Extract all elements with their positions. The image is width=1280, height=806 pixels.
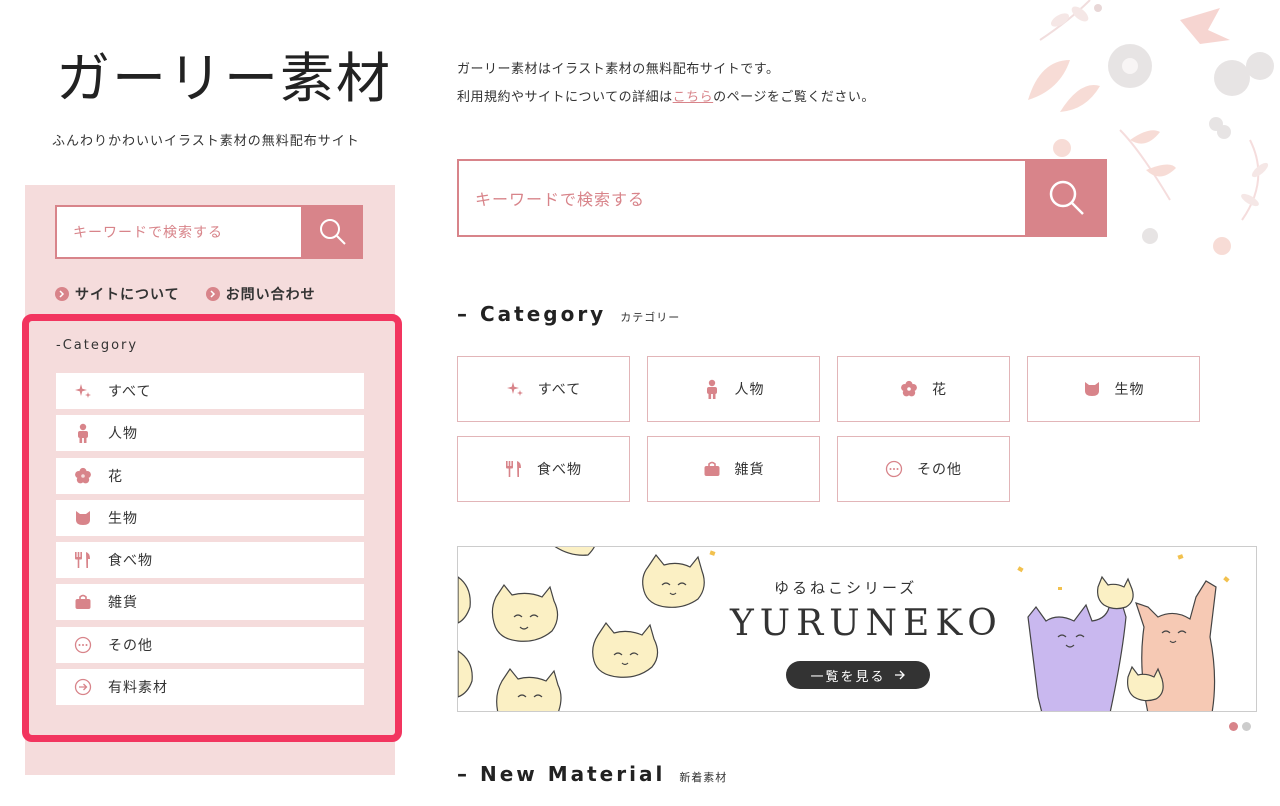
intro-line-2-pre: 利用規約やサイトについての詳細は xyxy=(457,90,673,105)
contact-link[interactable]: お問い合わせ xyxy=(205,284,316,304)
fork-icon xyxy=(74,551,92,569)
sidebar-item-label: 食べ物 xyxy=(108,553,153,570)
cat-illustrations-left xyxy=(458,547,716,711)
carousel-dots xyxy=(1229,722,1251,731)
sidebar-item-label: 人物 xyxy=(108,426,138,443)
arrow-circle-icon xyxy=(74,678,92,696)
site-logo[interactable]: ガーリー素材 xyxy=(56,34,392,113)
flower-icon xyxy=(74,467,92,485)
sidebar-item-label: 雑貨 xyxy=(108,595,138,612)
category-card-goods[interactable]: 雑貨 xyxy=(647,436,820,502)
dots-icon xyxy=(885,460,903,478)
sidebar-item-label: 生物 xyxy=(108,510,138,527)
category-section-title-jp: カテゴリー xyxy=(620,311,681,324)
sparkle-icon xyxy=(506,380,524,398)
sidebar-category-list: すべて 人物 花 生物 食べ物 雑貨 その他 有料素材 xyxy=(56,373,364,711)
category-card-label: 雑貨 xyxy=(734,462,765,478)
intro-text: ガーリー素材はイラスト素材の無料配布サイトです。 利用規約やサイトについての詳細… xyxy=(457,56,875,112)
category-card-creatures[interactable]: 生物 xyxy=(1027,356,1200,422)
sidebar-search-button[interactable] xyxy=(303,205,363,259)
sidebar-item-all[interactable]: すべて xyxy=(56,373,364,409)
sidebar-search-input[interactable]: キーワードで検索する xyxy=(55,205,303,259)
sparkle-icon xyxy=(74,382,92,400)
category-grid: すべて 人物 花 生物 食べ物 雑貨 その他 xyxy=(457,356,1202,502)
new-material-title-en: – New Material xyxy=(457,762,666,786)
search-icon xyxy=(320,219,346,245)
arrow-right-icon xyxy=(55,287,69,301)
dots-icon xyxy=(74,636,92,654)
intro-line-1: ガーリー素材はイラスト素材の無料配布サイトです。 xyxy=(457,62,780,77)
category-card-label: 花 xyxy=(932,382,947,398)
category-card-flower[interactable]: 花 xyxy=(837,356,1010,422)
sidebar-item-label: 花 xyxy=(108,468,123,485)
sidebar-item-other[interactable]: その他 xyxy=(56,626,364,663)
category-card-label: 人物 xyxy=(734,382,765,398)
view-list-button-label: 一覧を見る xyxy=(810,669,886,685)
category-card-label: すべて xyxy=(537,382,582,398)
sidebar-item-people[interactable]: 人物 xyxy=(56,415,364,452)
cat-icon xyxy=(1083,380,1101,398)
sidebar-item-paid[interactable]: 有料素材 xyxy=(56,669,364,706)
about-link-label: サイトについて xyxy=(75,287,180,303)
arrow-right-icon xyxy=(894,670,905,680)
category-card-label: 食べ物 xyxy=(537,462,582,478)
banner-title: YURUNEKO xyxy=(730,603,1003,644)
bag-icon xyxy=(703,460,721,478)
floral-decoration xyxy=(1028,0,1274,255)
sidebar-item-food[interactable]: 食べ物 xyxy=(56,542,364,579)
sidebar-item-goods[interactable]: 雑貨 xyxy=(56,584,364,621)
main-search-input[interactable]: キーワードで検索する xyxy=(457,159,1027,237)
category-card-people[interactable]: 人物 xyxy=(647,356,820,422)
person-icon xyxy=(703,379,721,399)
category-section-title: – Category カテゴリー xyxy=(457,302,680,326)
new-material-section-title: – New Material 新着素材 xyxy=(457,762,727,786)
category-card-other[interactable]: その他 xyxy=(837,436,1010,502)
arrow-right-icon xyxy=(205,287,220,301)
intro-line-2: 利用規約やサイトについての詳細はこちらのページをご覧ください。 xyxy=(457,84,875,112)
terms-link[interactable]: こちら xyxy=(673,90,714,105)
category-card-all[interactable]: すべて xyxy=(457,356,630,422)
sidebar-search: キーワードで検索する xyxy=(55,205,363,259)
cat-illustrations-right xyxy=(1017,554,1230,711)
category-card-food[interactable]: 食べ物 xyxy=(457,436,630,502)
site-tagline: ふんわりかわいいイラスト素材の無料配布サイト xyxy=(52,134,360,149)
contact-link-label: お問い合わせ xyxy=(225,287,316,303)
sidebar-item-label: その他 xyxy=(108,637,153,654)
fork-icon xyxy=(505,460,523,478)
bag-icon xyxy=(74,593,92,611)
view-list-button[interactable]: 一覧を見る xyxy=(786,661,930,689)
flower-icon xyxy=(900,380,918,398)
person-icon xyxy=(74,424,92,444)
sidebar-links: サイトについて お問い合わせ xyxy=(55,284,316,304)
sidebar-item-creatures[interactable]: 生物 xyxy=(56,499,364,536)
category-card-label: 生物 xyxy=(1114,382,1145,398)
banner-subtitle: ゆるねこシリーズ xyxy=(774,579,918,597)
intro-line-2-post: のページをご覧ください。 xyxy=(713,90,875,105)
yuruneko-banner[interactable]: ゆるねこシリーズ YURUNEKO 一覧を見る xyxy=(457,546,1257,712)
category-card-label: その他 xyxy=(917,462,962,478)
new-material-title-jp: 新着素材 xyxy=(679,771,728,784)
category-section-title-en: – Category xyxy=(457,302,607,326)
sidebar-item-flower[interactable]: 花 xyxy=(56,457,364,494)
sidebar-category-title: -Category xyxy=(56,338,139,353)
sidebar-item-label: すべて xyxy=(108,384,152,400)
cat-icon xyxy=(74,509,92,527)
carousel-dot-1[interactable] xyxy=(1229,722,1238,731)
carousel-dot-2[interactable] xyxy=(1242,722,1251,731)
sidebar-item-label: 有料素材 xyxy=(108,680,168,697)
about-link[interactable]: サイトについて xyxy=(55,284,180,304)
